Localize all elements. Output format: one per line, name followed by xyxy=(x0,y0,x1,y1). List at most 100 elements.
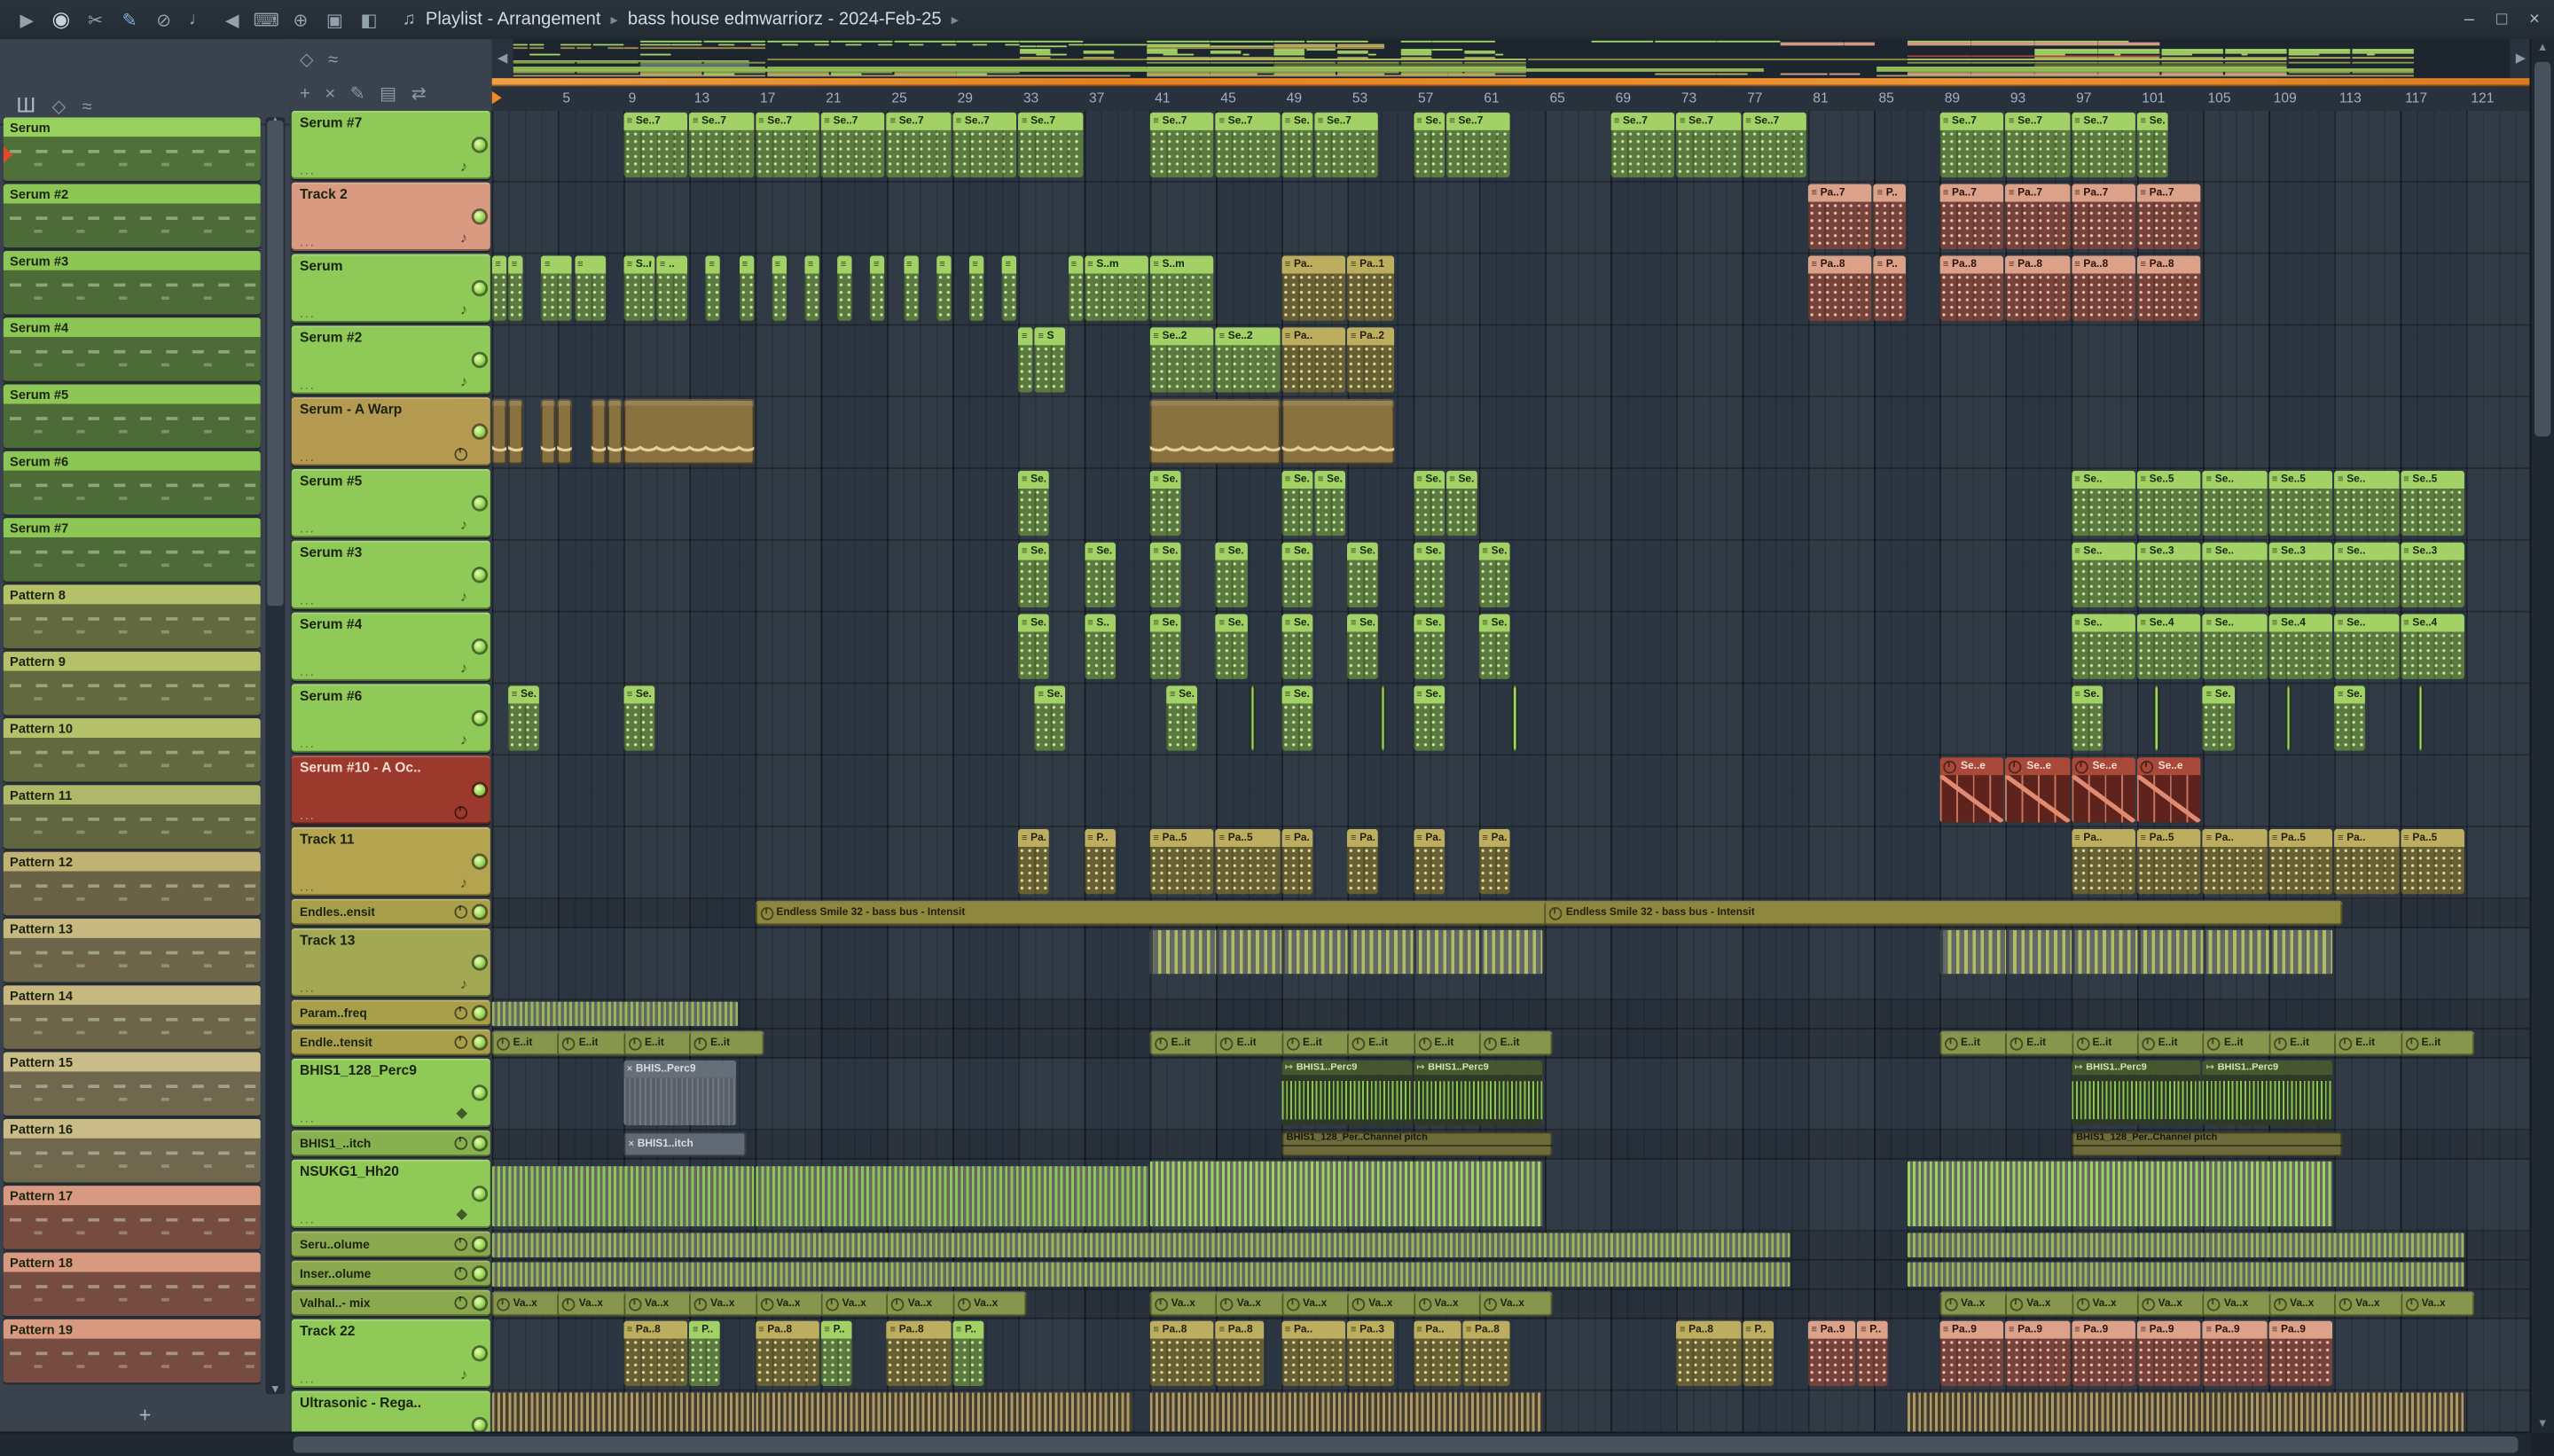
playlist-clip[interactable] xyxy=(1149,1392,1544,1434)
playlist-clip-pa-8[interactable]: ≡ Pa..8 xyxy=(1149,1320,1215,1387)
pencil-icon[interactable]: ✎ xyxy=(350,83,365,105)
playlist-clip-se-[interactable]: ≡Se.. xyxy=(1413,542,1445,608)
clip-menu-icon[interactable]: ≡ xyxy=(1022,116,1027,126)
playlist-clip-se-5[interactable]: ≡Se..5 xyxy=(2400,470,2464,536)
knob-icon[interactable] xyxy=(454,1137,468,1150)
clip-menu-icon[interactable]: ≡ xyxy=(1614,116,1619,126)
playlist-clip-se-[interactable]: ≡Se.. xyxy=(2136,112,2169,178)
pattern-item-serum-5[interactable]: Serum #5 xyxy=(3,384,261,449)
playlist-clip[interactable] xyxy=(1149,1161,1544,1227)
playlist-clip[interactable] xyxy=(1281,399,1396,465)
clip-menu-icon[interactable]: ≡ xyxy=(1285,474,1290,484)
clip-menu-icon[interactable]: ≡ xyxy=(2403,546,2409,556)
clip-menu-icon[interactable]: ≡ xyxy=(1943,188,1948,198)
playlist-clip-va-x[interactable]: Va..x xyxy=(1939,1291,2014,1317)
playlist-clip-p-[interactable]: ≡ P.. xyxy=(1873,184,1906,250)
clip-menu-icon[interactable]: ≡ xyxy=(841,260,846,270)
playlist-clip-se-7[interactable]: ≡ Se..7 xyxy=(1445,112,1510,178)
playlist-clip-p-[interactable]: ≡ P.. xyxy=(820,1320,852,1387)
clip-menu-icon[interactable]: ≡ xyxy=(1038,332,1044,341)
track-mute-led[interactable] xyxy=(474,568,486,581)
playlist-clip-pa-9[interactable]: ≡ Pa..9 xyxy=(2202,1320,2268,1387)
playlist-clip-pa-3[interactable]: ≡ Pa..3 xyxy=(1347,1320,1396,1387)
scroll-position-bar[interactable] xyxy=(491,78,2532,87)
clip-menu-icon[interactable]: ≡ xyxy=(1285,546,1290,556)
playlist-clip-pa-[interactable]: ≡Pa.. xyxy=(2071,828,2135,895)
playlist-clip-pa-8[interactable]: ≡ Pa..8 xyxy=(1462,1320,1510,1387)
playlist-clip-se-7[interactable]: ≡ Se..7 xyxy=(689,112,754,178)
clip-menu-icon[interactable]: ≡ xyxy=(2206,833,2212,842)
magnet-icon[interactable]: ◇ xyxy=(300,49,314,70)
clip-menu-icon[interactable]: ≡ xyxy=(2140,474,2145,484)
clip-menu-icon[interactable]: ≡ xyxy=(742,260,748,270)
playlist-clip-se-7[interactable]: ≡ Se..7 xyxy=(1314,112,1379,178)
playlist-row-inser-olume[interactable] xyxy=(491,1260,2532,1290)
track-header-nsukg1-hh20[interactable]: NSUKG1_Hh20... ◆ xyxy=(291,1159,490,1228)
clip-menu-icon[interactable]: ≡ xyxy=(1153,1325,1158,1335)
playlist-clip-bhis1-itch[interactable]: × BHIS1..itch xyxy=(623,1131,748,1157)
playlist-clip[interactable] xyxy=(491,1001,738,1027)
playlist-clip-se-5[interactable]: ≡Se..5 xyxy=(1445,470,1477,536)
clip-menu-icon[interactable]: ≡ xyxy=(1318,474,1323,484)
knob-icon[interactable] xyxy=(454,1006,468,1020)
clip-menu-icon[interactable]: ≡ xyxy=(1811,260,1816,270)
playlist-clip[interactable]: ≡ xyxy=(1001,255,1017,321)
playlist-clip[interactable] xyxy=(491,1262,1790,1288)
clip-menu-icon[interactable]: ≡ xyxy=(1416,833,1422,842)
clip-menu-icon[interactable]: ≡ xyxy=(1877,260,1883,270)
playlist-clip-e-it[interactable]: E..it xyxy=(1149,1030,1225,1056)
playlist-clip-se-[interactable]: ≡Se.. xyxy=(1413,685,1445,751)
playlist-clip-e-it[interactable]: E..it xyxy=(1478,1030,1554,1056)
playlist-row-serum-2[interactable]: ≡ ≡ S ≡ Se..2 ≡ Se..2 ≡ Pa.. ≡ Pa..2 xyxy=(491,325,2532,398)
playlist-clip[interactable]: ≡ xyxy=(541,255,573,321)
slip-icon[interactable]: ⇄ xyxy=(411,83,427,105)
clip-menu-icon[interactable]: ≡ xyxy=(693,1325,698,1335)
playlist-row-seru-olume[interactable] xyxy=(491,1231,2532,1261)
clip-menu-icon[interactable]: ≡ xyxy=(1943,116,1948,126)
pattern-item-pattern-16[interactable]: Pattern 16 xyxy=(3,1118,261,1183)
playlist-row-nsukg1-hh20[interactable] xyxy=(491,1160,2532,1232)
playlist-clip-se-7[interactable]: ≡ Se..7 xyxy=(755,112,819,178)
playlist-clip-se-3[interactable]: ≡Se..3 xyxy=(1018,542,1050,608)
playlist-clip-s-m[interactable]: ≡ S..m xyxy=(1149,255,1215,321)
pattern-item-pattern-18[interactable]: Pattern 18 xyxy=(3,1252,261,1317)
knob-icon[interactable] xyxy=(454,448,468,461)
track-mute-led[interactable] xyxy=(474,906,486,918)
minimap-scroll-left-button[interactable]: ◀ xyxy=(491,39,513,79)
brush-icon[interactable]: ▤ xyxy=(380,83,396,105)
picker-grid-icon[interactable]: Ш xyxy=(16,93,35,118)
clip-menu-icon[interactable]: ≡ xyxy=(1087,618,1093,628)
playlist-clip-va-x[interactable]: Va..x xyxy=(1215,1291,1290,1317)
playlist-clip[interactable]: ≡ xyxy=(772,255,787,321)
clip-menu-icon[interactable]: ≡ xyxy=(2272,546,2277,556)
playlist-clip-va-x[interactable]: Va..x xyxy=(1347,1291,1422,1317)
pattern-item-pattern-13[interactable]: Pattern 13 xyxy=(3,918,261,982)
vertical-scrollbar-thumb[interactable] xyxy=(2534,61,2551,437)
music-note-icon[interactable]: ♪ xyxy=(460,588,467,604)
playlist-clip-va-x[interactable]: Va..x xyxy=(2202,1291,2277,1317)
playlist-clip-bhis-perc9[interactable]: × BHIS..Perc9 xyxy=(623,1060,738,1126)
playlist-clip-pa-[interactable]: ≡Pa.. xyxy=(2202,828,2268,895)
music-note-icon[interactable]: ♪ xyxy=(460,1366,467,1382)
playlist-clip-pa-8[interactable]: ≡ Pa..8 xyxy=(1676,1320,1741,1387)
playlist-clip-pa-5[interactable]: ≡ Pa..5 xyxy=(1149,828,1215,895)
clip-menu-icon[interactable]: ≡ xyxy=(1416,116,1422,126)
playlist-clip--[interactable]: ≡.. xyxy=(1067,255,1083,321)
delete-icon[interactable]: × xyxy=(325,84,335,104)
magnet-icon[interactable]: ◇ xyxy=(52,96,67,117)
clip-menu-icon[interactable]: ≡ xyxy=(1285,332,1290,341)
playlist-clip-se-4[interactable]: ≡Se..4 xyxy=(2400,614,2464,679)
playlist-clip-pa-7[interactable]: ≡ Pa..7 xyxy=(2005,184,2070,250)
playlist-clip[interactable] xyxy=(557,399,573,465)
track-header-param-freq[interactable]: Param..freq xyxy=(291,999,490,1027)
playlist-clip-se-[interactable]: ≡Se.. xyxy=(2202,685,2235,751)
clip-menu-icon[interactable]: ≡ xyxy=(2074,833,2080,842)
audio-clip-icon[interactable]: ↦ xyxy=(1416,1062,1424,1073)
clip-menu-icon[interactable]: ≡ xyxy=(627,1325,632,1335)
track-mute-led[interactable] xyxy=(474,1296,486,1309)
playlist-clip-se-4[interactable]: ≡Se..4 xyxy=(2268,614,2333,679)
playlist-clip-e-it[interactable]: E..it xyxy=(2268,1030,2343,1056)
playlist-clip-endless-smile-32-bass-bus-intensit[interactable]: Endless Smile 32 - bass bus - Intensit xyxy=(755,900,1554,926)
playlist-clip-pa-8[interactable]: ≡ Pa..8 xyxy=(2071,255,2135,321)
playlist-clip-pa-[interactable]: ≡Pa.. xyxy=(1281,1320,1346,1387)
